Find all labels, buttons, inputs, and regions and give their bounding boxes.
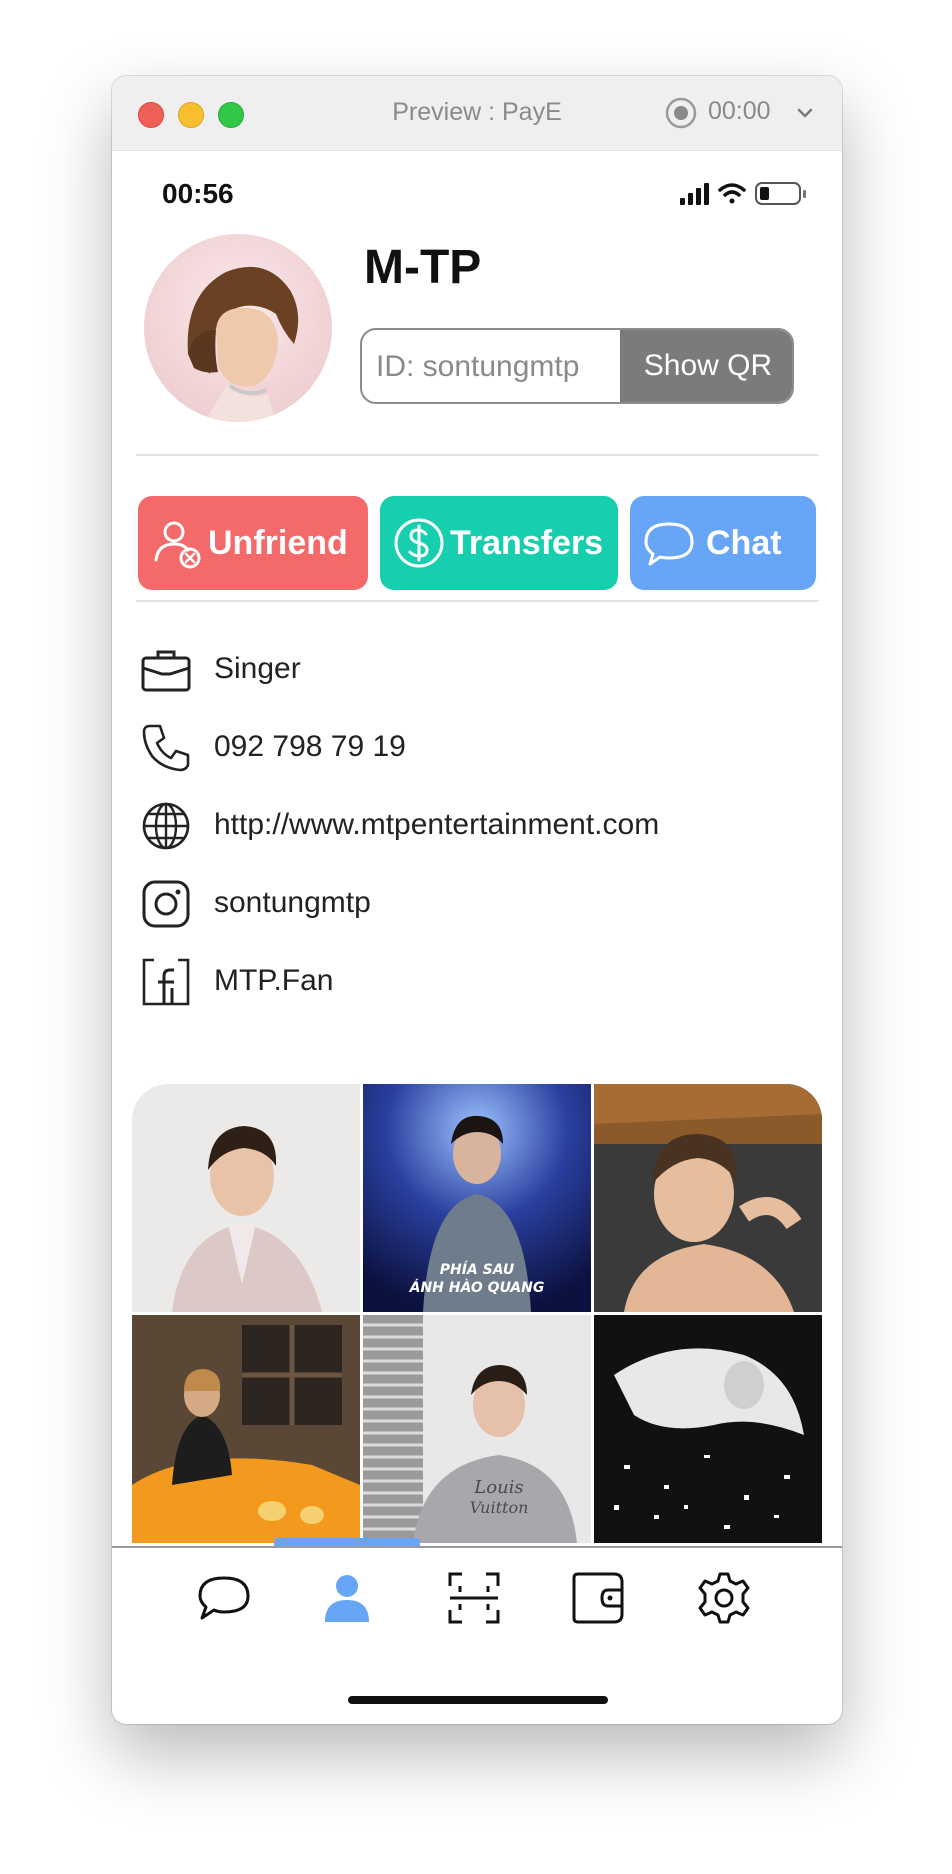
instagram-icon	[142, 880, 190, 928]
active-tab-indicator	[274, 1538, 420, 1546]
phone-icon	[142, 724, 190, 772]
tab-profile[interactable]	[319, 1570, 375, 1626]
photo-gallery: PHÍA SAU ÁNH HÀO QUANG Louis Vuitton	[132, 1084, 822, 1546]
chat-button[interactable]: Chat	[630, 496, 816, 590]
transfers-button[interactable]: Transfers	[380, 496, 618, 590]
show-qr-button[interactable]: Show QR	[620, 330, 792, 402]
chat-label: Chat	[706, 524, 782, 562]
gallery-photo[interactable]	[132, 1315, 360, 1543]
chevron-down-icon[interactable]	[796, 104, 814, 122]
instagram-text: sontungmtp	[214, 886, 371, 919]
info-phone[interactable]: 092 798 79 19	[140, 714, 800, 774]
globe-icon	[142, 802, 190, 850]
gallery-photo[interactable]	[594, 1315, 822, 1543]
status-icons	[680, 182, 806, 205]
preview-window: Preview : PayE 00:00 00:56 M-TP ID: sont…	[112, 76, 842, 1724]
wifi-icon	[718, 183, 746, 204]
dollar-icon	[394, 518, 444, 568]
transfers-label: Transfers	[450, 524, 604, 562]
profile-name: M-TP	[364, 241, 482, 294]
tab-messages[interactable]	[196, 1570, 252, 1626]
tab-wallet[interactable]	[570, 1570, 626, 1626]
unfriend-label: Unfriend	[208, 524, 348, 562]
shirt-text-line1: Louis	[473, 1477, 523, 1498]
status-time: 00:56	[162, 178, 234, 209]
info-facebook[interactable]: MTP.Fan	[140, 948, 800, 1008]
recording-time: 00:00	[708, 97, 771, 125]
id-group: ID: sontungmtp Show QR	[360, 328, 794, 404]
gallery-photo[interactable]: Louis Vuitton	[363, 1315, 591, 1543]
battery-icon	[755, 182, 806, 205]
occupation-text: Singer	[214, 652, 301, 685]
shirt-text-line2: Vuitton	[470, 1498, 529, 1517]
facebook-icon	[142, 958, 190, 1006]
tab-bar-divider	[112, 1546, 842, 1548]
divider	[136, 600, 818, 602]
website-link: http://www.mtpentertainment.com	[214, 808, 660, 841]
home-indicator[interactable]	[348, 1696, 608, 1704]
info-website[interactable]: http://www.mtpentertainment.com	[140, 792, 800, 852]
chat-bubble-icon	[644, 522, 694, 566]
user-remove-icon	[154, 521, 201, 569]
avatar[interactable]	[144, 234, 332, 422]
gallery-photo[interactable]	[132, 1084, 360, 1312]
title-bar: Preview : PayE 00:00	[112, 76, 842, 151]
divider	[136, 454, 818, 456]
poster-caption-line2: ÁNH HÀO QUANG	[409, 1279, 545, 1296]
avatar-photo	[187, 266, 299, 422]
signal-icon	[680, 183, 709, 205]
phone-text: 092 798 79 19	[214, 730, 406, 763]
record-icon[interactable]	[664, 96, 698, 130]
poster-caption-line1: PHÍA SAU	[440, 1261, 515, 1278]
briefcase-icon	[141, 650, 191, 692]
tab-scan[interactable]	[446, 1570, 502, 1626]
unfriend-button[interactable]: Unfriend	[138, 496, 368, 590]
user-id: ID: sontungmtp	[376, 350, 580, 383]
tab-settings[interactable]	[696, 1570, 752, 1626]
info-occupation: Singer	[140, 636, 800, 696]
info-instagram[interactable]: sontungmtp	[140, 870, 800, 930]
gallery-photo[interactable]: PHÍA SAU ÁNH HÀO QUANG	[363, 1084, 591, 1312]
gallery-photo[interactable]	[594, 1084, 822, 1312]
facebook-text: MTP.Fan	[214, 964, 334, 997]
